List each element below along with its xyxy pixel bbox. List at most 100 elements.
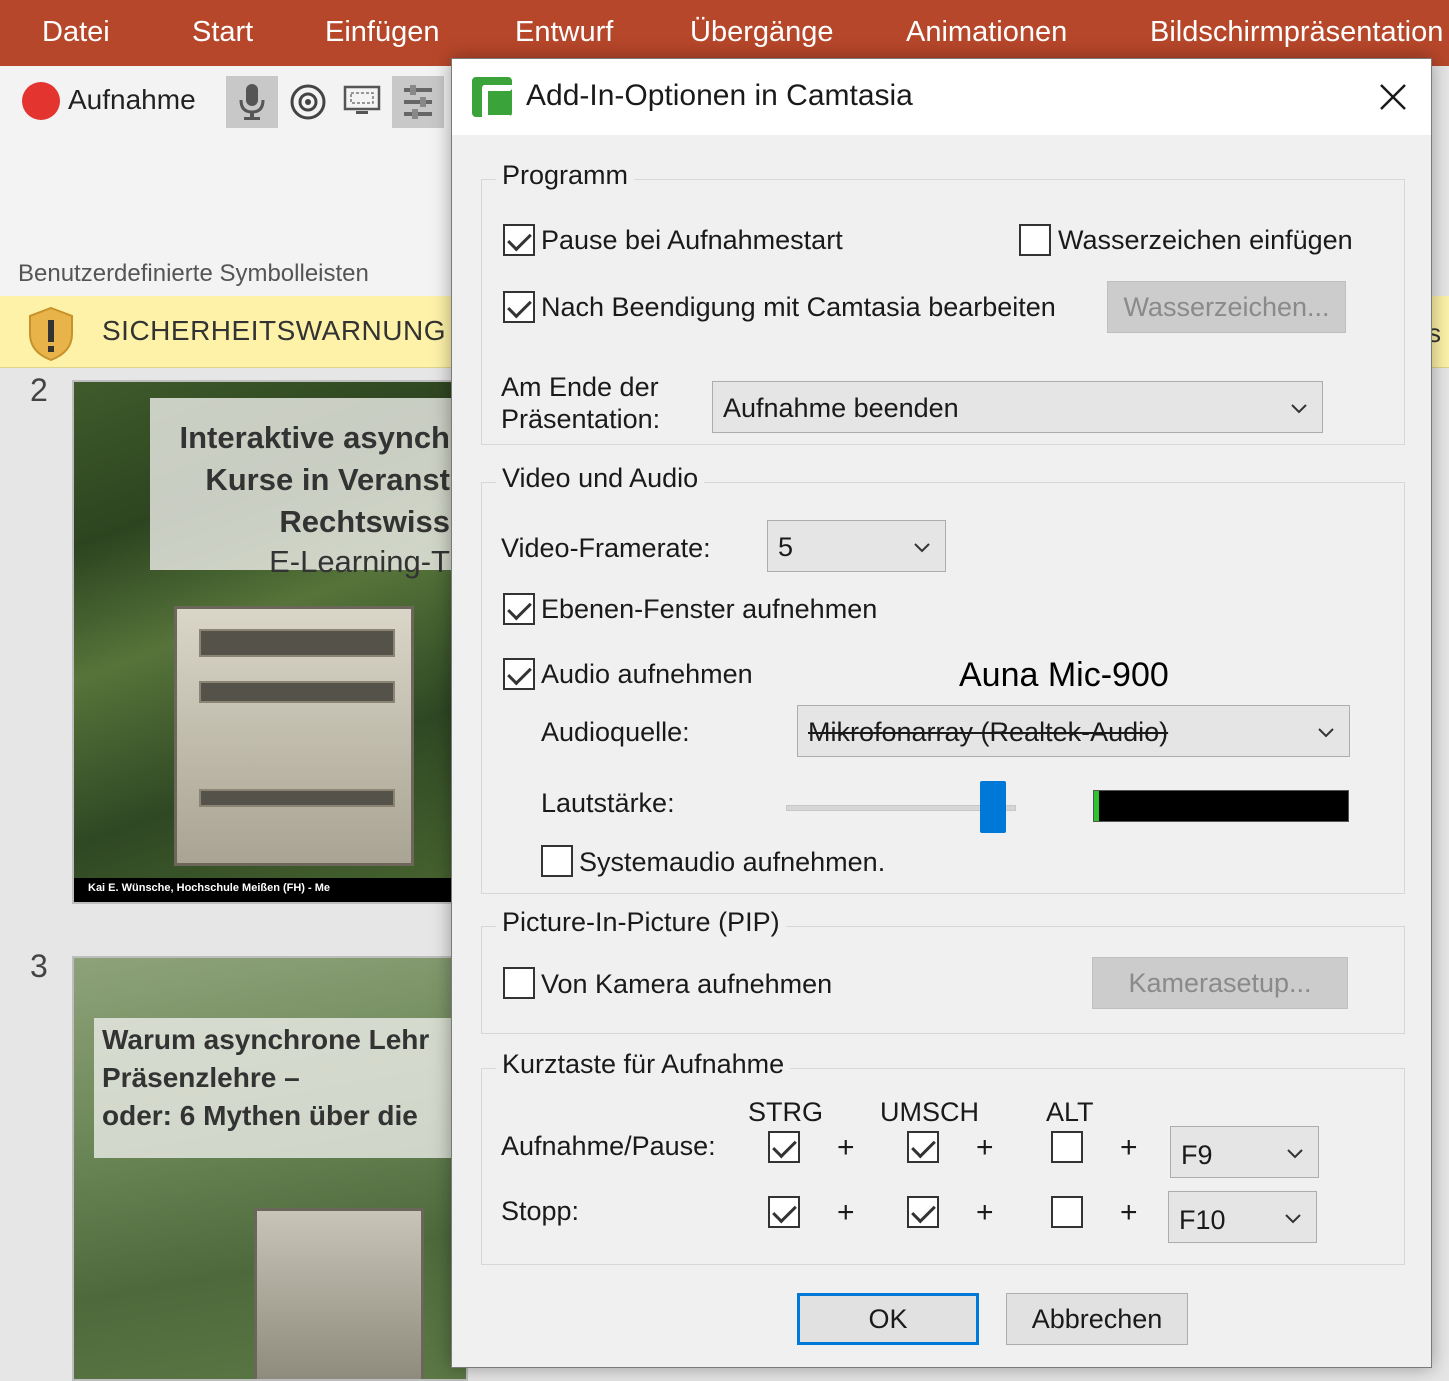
edit-after-checkbox[interactable] (503, 291, 535, 323)
slide-thumbnail-2[interactable]: Interaktive asynch Kurse in Veranst Rech… (72, 380, 468, 904)
plus-sign: + (976, 1131, 994, 1164)
hotkey-stop-ctrl-checkbox[interactable] (768, 1196, 800, 1228)
slide-title-box: Warum asynchrone Lehr Präsenzlehre – ode… (94, 1018, 466, 1158)
slide-footer: Kai E. Wünsche, Hochschule Meißen (FH) -… (74, 878, 466, 902)
security-warning-label: SICHERHEITSWARNUNG (102, 315, 446, 346)
slide-title-line: Präsenzlehre – (102, 1062, 300, 1093)
edit-after-label: Nach Beendigung mit Camtasia bearbeiten (541, 292, 1056, 322)
hotkey-stop-shift-checkbox[interactable] (907, 1196, 939, 1228)
layered-windows-checkbox[interactable] (503, 593, 535, 625)
hotkey-record-shift-checkbox[interactable] (907, 1131, 939, 1163)
end-of-presentation-label-2: Präsentation: (501, 404, 661, 434)
watermark-label: Wasserzeichen einfügen (1058, 225, 1353, 255)
hotkey-record-alt-checkbox[interactable] (1051, 1131, 1083, 1163)
pause-on-start-label: Pause bei Aufnahmestart (541, 225, 843, 255)
watermark-settings-label: Wasserzeichen... (1123, 291, 1330, 322)
camtasia-options-dialog: Add-In-Optionen in Camtasia Programm Pau… (451, 58, 1432, 1368)
screen-preview-icon[interactable] (336, 76, 388, 128)
record-button-label[interactable]: Aufnahme (68, 84, 196, 116)
hotkey-col-shift: UMSCH (880, 1097, 979, 1127)
group-programm-label: Programm (496, 160, 635, 191)
camera-checkbox[interactable] (503, 967, 535, 999)
tab-start[interactable]: Start (192, 16, 253, 49)
slide-number: 3 (30, 948, 48, 984)
ok-button[interactable]: OK (797, 1293, 979, 1345)
audio-source-label: Audioquelle: (541, 717, 690, 747)
slide-thumbnail-3[interactable]: Warum asynchrone Lehr Präsenzlehre – ode… (72, 956, 468, 1381)
framerate-select[interactable]: 5 (767, 520, 946, 572)
framerate-label: Video-Framerate: (501, 533, 711, 563)
hotkey-record-key-value: F9 (1181, 1140, 1213, 1170)
hotkey-record-key-select[interactable]: F9 (1170, 1126, 1319, 1178)
audio-source-select[interactable]: Mikrofonarray (Realtek-Audio) (797, 705, 1350, 757)
audio-level-meter (1093, 790, 1349, 822)
tab-bildschirmpraesentation[interactable]: Bildschirmpräsentation (1150, 16, 1443, 49)
hotkey-record-pause-label: Aufnahme/Pause: (501, 1131, 716, 1161)
slide-title-line: Warum asynchrone Lehr (102, 1024, 430, 1055)
group-hotkeys-label: Kurztaste für Aufnahme (496, 1049, 791, 1080)
chevron-down-icon (1287, 1149, 1303, 1159)
camera-setup-label: Kamerasetup... (1128, 967, 1312, 998)
chevron-down-icon (914, 543, 930, 553)
hotkey-col-alt: ALT (1046, 1097, 1094, 1127)
hotkey-stop-label: Stopp: (501, 1196, 580, 1226)
hotkey-stop-alt-checkbox[interactable] (1051, 1196, 1083, 1228)
audio-level-fill (1094, 791, 1100, 821)
slide-title-line: Kurse in Veranst (205, 462, 450, 497)
volume-label: Lautstärke: (541, 788, 675, 818)
hotkey-stop-key-value: F10 (1179, 1205, 1226, 1235)
options-icon[interactable] (392, 76, 444, 128)
shield-warning-icon (26, 306, 76, 362)
tab-einfuegen[interactable]: Einfügen (325, 16, 440, 49)
record-audio-checkbox[interactable] (503, 658, 535, 690)
layered-windows-label: Ebenen-Fenster aufnehmen (541, 594, 878, 624)
ribbon-tab-bar: Datei Start Einfügen Entwurf Übergänge A… (0, 0, 1449, 66)
cancel-button[interactable]: Abbrechen (1006, 1293, 1188, 1345)
group-pip-label: Picture-In-Picture (PIP) (496, 907, 786, 938)
slide-title-line: Rechtswiss (279, 504, 450, 539)
slide-image (174, 606, 414, 866)
tab-animationen[interactable]: Animationen (906, 16, 1067, 49)
audio-device-annotation: Auna Mic-900 (959, 656, 1169, 694)
chevron-down-icon (1285, 1214, 1301, 1224)
microphone-icon[interactable] (226, 76, 278, 128)
record-icon[interactable] (22, 82, 60, 120)
end-of-presentation-value: Aufnahme beenden (723, 393, 959, 423)
camera-setup-button[interactable]: Kamerasetup... (1092, 957, 1348, 1009)
record-audio-label: Audio aufnehmen (541, 659, 753, 689)
end-of-presentation-select[interactable]: Aufnahme beenden (712, 381, 1323, 433)
tab-datei[interactable]: Datei (42, 16, 110, 49)
hotkey-record-ctrl-checkbox[interactable] (768, 1131, 800, 1163)
slide-title-line: Interaktive asynch (179, 420, 450, 455)
plus-sign: + (837, 1196, 855, 1229)
watermark-checkbox[interactable] (1019, 224, 1051, 256)
dialog-titlebar: Add-In-Optionen in Camtasia (452, 59, 1431, 135)
slide-title-line: oder: 6 Mythen über die (102, 1100, 418, 1131)
system-audio-checkbox[interactable] (541, 845, 573, 877)
camera-label: Von Kamera aufnehmen (541, 969, 833, 999)
dialog-title: Add-In-Optionen in Camtasia (526, 79, 913, 112)
close-icon (1380, 84, 1406, 110)
slide-footer-text: Kai E. Wünsche, Hochschule Meißen (FH) -… (88, 882, 331, 894)
chevron-down-icon (1291, 404, 1307, 414)
watermark-settings-button[interactable]: Wasserzeichen... (1107, 281, 1346, 333)
slide-image (254, 1208, 424, 1379)
pause-on-start-checkbox[interactable] (503, 224, 535, 256)
cancel-button-label: Abbrechen (1031, 1303, 1163, 1334)
system-audio-label: Systemaudio aufnehmen. (579, 847, 886, 877)
tab-uebergaenge[interactable]: Übergänge (690, 16, 834, 49)
camtasia-app-icon (472, 77, 516, 121)
group-video-audio-label: Video und Audio (496, 463, 705, 494)
ok-button-label: OK (868, 1303, 908, 1334)
end-of-presentation-label: Am Ende der (501, 372, 659, 402)
slide-title-box: Interaktive asynch Kurse in Veranst Rech… (150, 398, 466, 579)
close-button[interactable] (1355, 59, 1431, 135)
framerate-value: 5 (778, 532, 794, 562)
audio-source-value: Mikrofonarray (Realtek-Audio) (808, 717, 1169, 747)
webcam-icon[interactable] (282, 76, 334, 128)
volume-slider-thumb[interactable] (980, 781, 1006, 833)
tab-entwurf[interactable]: Entwurf (515, 16, 613, 49)
hotkey-stop-key-select[interactable]: F10 (1168, 1191, 1317, 1243)
chevron-down-icon (1318, 728, 1334, 738)
ribbon-group-label: Benutzerdefinierte Symbolleisten (18, 260, 369, 287)
